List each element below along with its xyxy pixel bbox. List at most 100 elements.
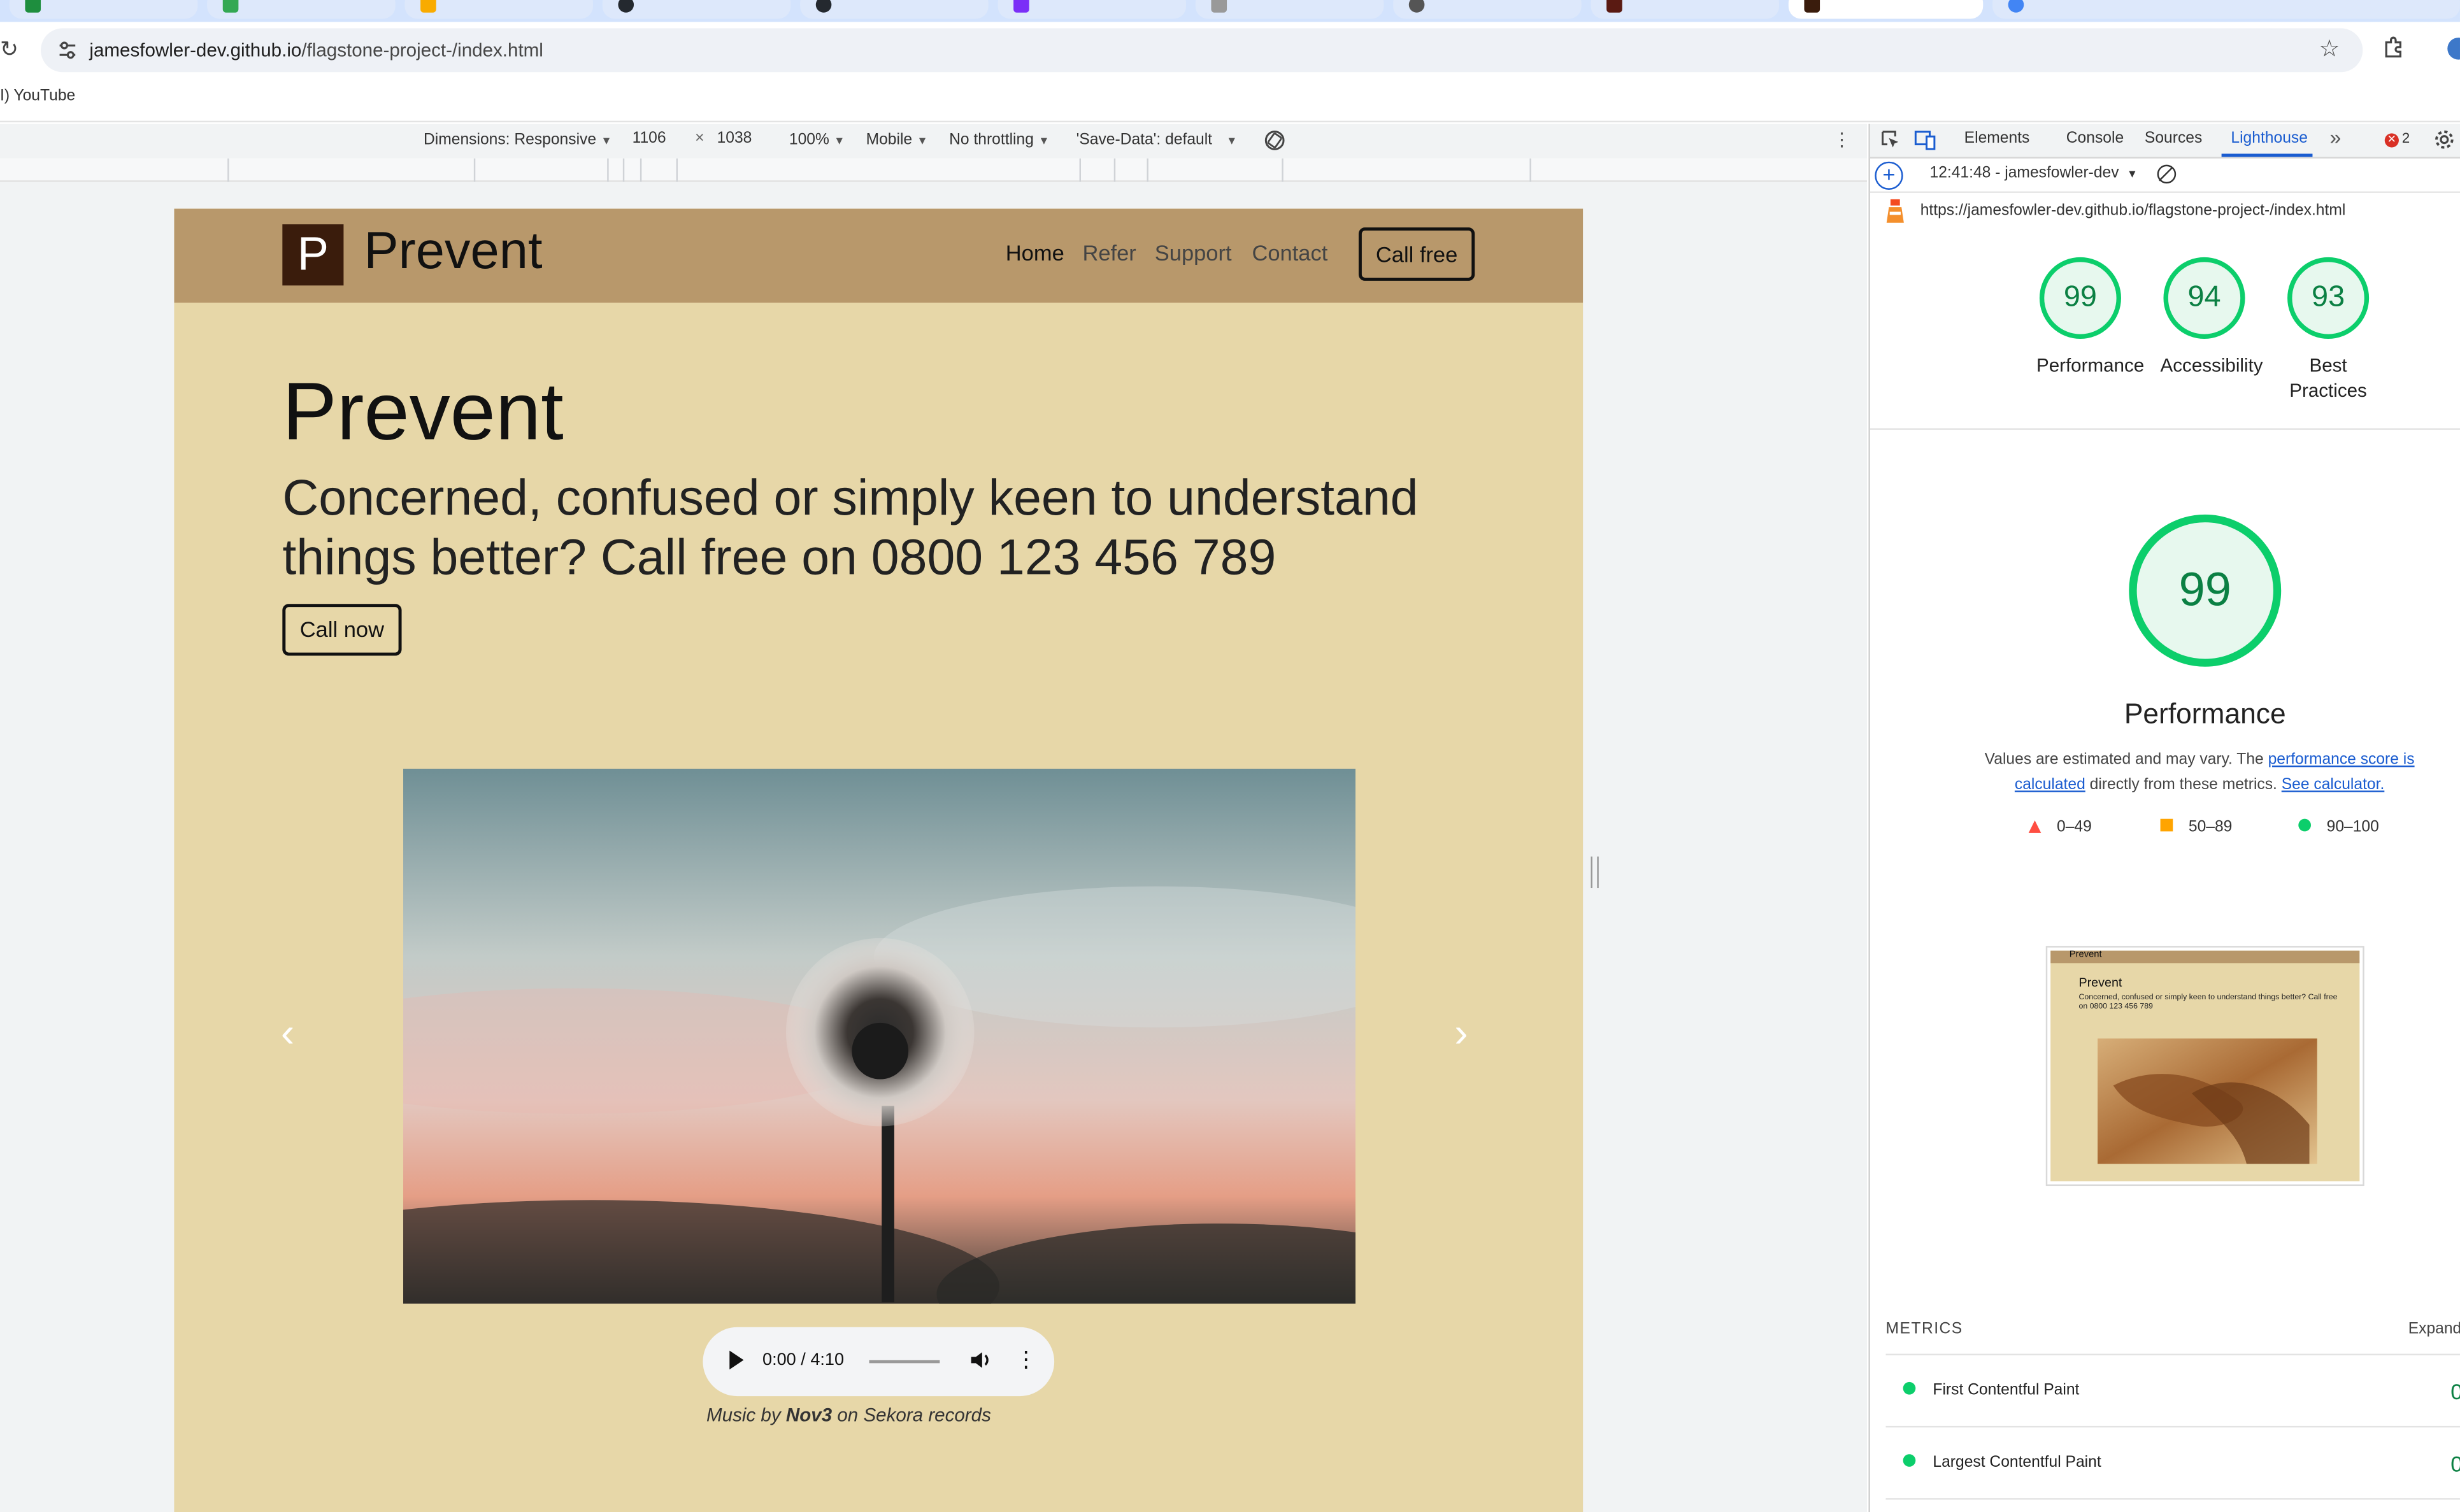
times-sign: × <box>695 130 704 148</box>
tab-lighthouse[interactable]: Lighthouse <box>2231 130 2308 147</box>
browser-tab[interactable] <box>1992 0 2460 19</box>
throttling-dropdown[interactable]: No throttling ▼ <box>949 132 1049 149</box>
caret-down-icon: ▼ <box>834 136 845 148</box>
report-url-row: https://jamesfowler-dev.github.io/flagst… <box>1870 193 2460 231</box>
nav-contact[interactable]: Contact <box>1252 240 1327 265</box>
inspect-element-icon[interactable] <box>1880 129 1901 150</box>
brand-name[interactable]: Prevent <box>364 221 542 281</box>
browser-tab[interactable] <box>998 0 1187 19</box>
play-icon[interactable] <box>729 1350 744 1370</box>
report-selector[interactable]: 12:41:48 - jamesfowler-dev ▼ <box>1929 165 2138 182</box>
browser-tab[interactable] <box>800 0 989 19</box>
bookmark-youtube[interactable]: I) YouTube <box>0 88 75 105</box>
site-icon <box>1606 0 1622 13</box>
viewport-resize-handle[interactable] <box>1591 856 1599 888</box>
carousel-prev-icon[interactable]: ‹ <box>281 1009 294 1057</box>
metric-first-contentful-paint: First Contentful Paint <box>1903 1381 2079 1399</box>
audio-time: 0:00 / 4:10 <box>762 1350 845 1370</box>
address-bar[interactable]: jamesfowler-dev.github.io/flagstone-proj… <box>41 28 2363 73</box>
score-label: Best Practices <box>2289 354 2367 402</box>
extensions-icon[interactable] <box>2382 34 2406 59</box>
browser-tab[interactable] <box>602 0 791 19</box>
dimensions-dropdown[interactable]: Dimensions: Responsive ▼ <box>424 132 612 149</box>
performance-description: Values are estimated and may vary. The p… <box>1984 751 2415 794</box>
zoom-dropdown[interactable]: 100% ▼ <box>789 132 845 149</box>
browser-tab[interactable] <box>404 0 594 19</box>
globe-icon <box>1408 0 1425 13</box>
emulated-page: P Prevent Home Refer Support Contact Cal… <box>174 208 1584 1512</box>
hero-subtitle: Concerned, confused or simply keen to un… <box>282 469 1419 585</box>
profile-avatar[interactable] <box>2447 38 2460 60</box>
see-calculator-link[interactable]: See calculator. <box>2282 776 2385 794</box>
nav-support[interactable]: Support <box>1155 240 1232 265</box>
score-gauge-performance[interactable]: 99 Performance <box>2036 257 2144 378</box>
new-report-icon[interactable]: + <box>1875 161 1903 190</box>
metric-value: 0 <box>2450 1379 2460 1404</box>
nav-home[interactable]: Home <box>1006 240 1064 265</box>
call-free-button[interactable]: Call free <box>1358 227 1475 281</box>
score-gauge-accessibility[interactable]: 94 Accessibility <box>2161 257 2263 378</box>
audio-more-icon[interactable]: ⋮ <box>1015 1346 1037 1373</box>
height-input[interactable]: 1038 <box>717 130 752 147</box>
expand-view-toggle[interactable]: Expand <box>2408 1321 2460 1338</box>
music-credit: Music by Nov3 on Sekora records <box>706 1404 991 1426</box>
legend-fail: 0–49 <box>2028 819 2092 836</box>
thumbnail-title: Prevent <box>2078 975 2122 990</box>
metrics-heading: METRICS <box>1885 1320 1963 1338</box>
score-gauge-best-practices[interactable]: 93 Best Practices <box>2284 257 2372 403</box>
browser-tab[interactable] <box>1195 0 1384 19</box>
main-performance-score: 99 <box>2129 514 2282 667</box>
browser-tab[interactable] <box>207 0 396 19</box>
browser-tab[interactable] <box>1393 0 1582 19</box>
tab-elements[interactable]: Elements <box>1964 130 2030 147</box>
volume-icon[interactable] <box>969 1348 991 1373</box>
google-icon <box>2008 0 2024 13</box>
sheets-icon <box>25 0 41 13</box>
page-icon <box>1211 0 1227 13</box>
divider <box>1885 1353 2460 1356</box>
caret-down-icon: ▼ <box>601 136 612 148</box>
browser-tab[interactable] <box>1591 0 1780 19</box>
thumbnail-subtitle: Concerned, confused or simply keen to un… <box>2078 993 2338 1012</box>
divider <box>1885 1425 2460 1428</box>
performance-heading: Performance <box>2124 698 2286 730</box>
logo-icon[interactable]: P <box>282 224 344 286</box>
nav-refer[interactable]: Refer <box>1082 240 1136 265</box>
caret-down-icon: ▼ <box>1038 136 1050 148</box>
browser-tab-active[interactable] <box>1788 0 1984 19</box>
width-input[interactable]: 1106 <box>633 130 666 147</box>
audio-seek-bar[interactable] <box>869 1360 940 1364</box>
browser-tab-strip <box>0 0 2460 22</box>
browser-tab[interactable] <box>9 0 198 19</box>
thumbnail-brand: Prevent <box>2069 950 2102 960</box>
tab-sources[interactable]: Sources <box>2145 130 2202 147</box>
site-icon <box>1804 0 1820 13</box>
site-settings-icon[interactable] <box>57 39 78 61</box>
reload-icon[interactable]: ↻ <box>0 36 18 63</box>
caret-down-icon: ▼ <box>1226 136 1238 148</box>
clear-reports-icon[interactable] <box>2157 164 2177 184</box>
active-tab-indicator <box>2221 153 2313 157</box>
divider <box>1885 1498 2460 1500</box>
media-query-ruler <box>0 158 1867 182</box>
address-url: jamesfowler-dev.github.io/flagstone-proj… <box>89 39 543 62</box>
save-data-dropdown[interactable]: 'Save-Data': default ▼ <box>1076 132 1238 149</box>
legend-average: 50–89 <box>2160 818 2232 836</box>
final-screenshot-thumbnail[interactable]: Prevent Prevent Concerned, confused or s… <box>2045 946 2364 1187</box>
call-now-button[interactable]: Call now <box>282 604 402 656</box>
error-counter[interactable]: ✕ 2 <box>2384 130 2410 148</box>
pass-circle-icon <box>2298 818 2311 832</box>
device-toggle-icon[interactable] <box>1914 129 1936 150</box>
site-header: P Prevent Home Refer Support Contact Cal… <box>174 208 1584 303</box>
rotate-icon[interactable] <box>1263 129 1287 152</box>
bookmarks-bar: I) YouTube <box>0 78 2460 123</box>
error-icon: ✕ <box>2384 133 2399 148</box>
fail-triangle-icon <box>2028 820 2042 833</box>
carousel-next-icon[interactable]: › <box>1454 1009 1468 1057</box>
device-type-dropdown[interactable]: Mobile ▼ <box>866 132 928 149</box>
tab-console[interactable]: Console <box>2066 130 2124 147</box>
bookmark-star-icon[interactable]: ☆ <box>2319 34 2340 63</box>
more-options-icon[interactable]: ⋮ <box>1833 129 1852 150</box>
settings-gear-icon[interactable] <box>2433 129 2455 150</box>
more-tabs-icon[interactable]: » <box>2330 125 2342 149</box>
